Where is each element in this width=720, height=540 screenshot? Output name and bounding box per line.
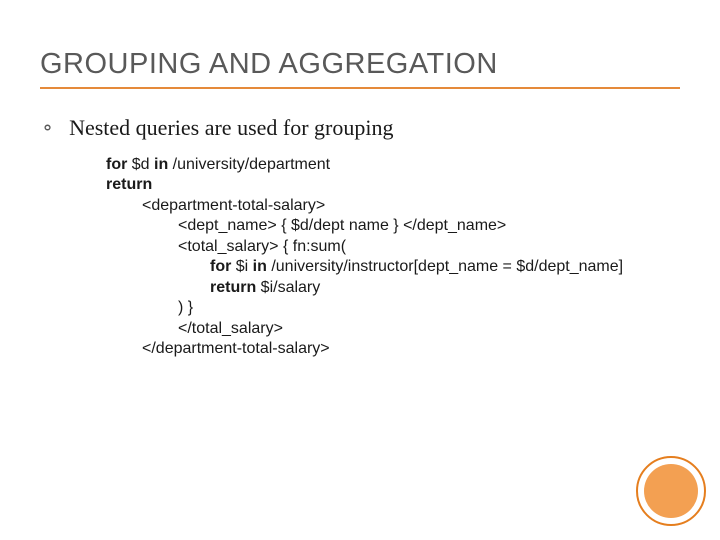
code-line-9: </total_salary>	[106, 319, 680, 339]
code-line-5: <total_salary> { fn:sum(	[106, 237, 680, 257]
code-text: /university/department	[168, 156, 330, 173]
bullet-text: Nested queries are used for grouping	[69, 115, 393, 141]
code-text: $d	[127, 156, 154, 173]
code-line-7: return $i/salary	[106, 278, 680, 298]
code-block: for $d in /university/department return …	[106, 155, 680, 360]
code-text: $i	[231, 258, 252, 275]
accent-disc	[644, 464, 698, 518]
bullet-row: ⚬ Nested queries are used for grouping	[40, 115, 680, 141]
kw-for: for	[210, 258, 231, 275]
slide-body: ⚬ Nested queries are used for grouping f…	[0, 89, 720, 360]
code-line-6: for $i in /university/instructor[dept_na…	[106, 257, 680, 277]
code-line-8: ) }	[106, 298, 680, 318]
slide: GROUPING AND AGGREGATION ⚬ Nested querie…	[0, 0, 720, 540]
slide-title: GROUPING AND AGGREGATION	[40, 48, 498, 81]
code-text: $i/salary	[256, 279, 320, 296]
kw-return: return	[210, 279, 256, 296]
code-line-3: <department-total-salary>	[106, 196, 680, 216]
bullet-icon: ⚬	[40, 115, 55, 141]
code-line-1: for $d in /university/department	[106, 156, 330, 173]
kw-in: in	[253, 258, 267, 275]
code-line-10: </department-total-salary>	[106, 339, 680, 359]
code-line-4: <dept_name> { $d/dept name } </dept_name…	[106, 216, 680, 236]
title-row: GROUPING AND AGGREGATION	[0, 0, 720, 81]
kw-for: for	[106, 156, 127, 173]
kw-return: return	[106, 176, 152, 193]
kw-in: in	[154, 156, 168, 173]
code-text: /university/instructor[dept_name = $d/de…	[267, 258, 623, 275]
corner-accent-icon	[636, 456, 706, 526]
